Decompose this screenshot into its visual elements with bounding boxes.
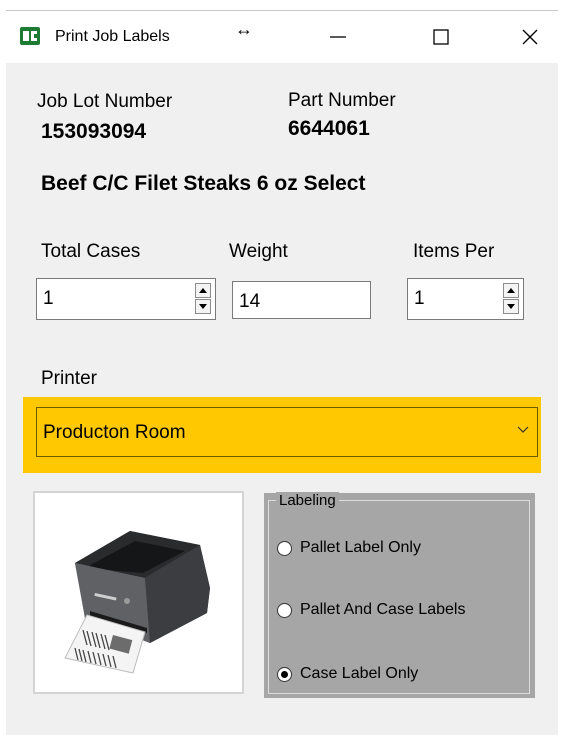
radio-circle[interactable]	[277, 540, 292, 556]
radio-label: Case Label Only	[300, 665, 419, 682]
items-per-up-button[interactable]	[503, 283, 519, 298]
arrow-down-icon	[507, 304, 515, 309]
printer-image	[33, 491, 244, 694]
label-printer-icon	[64, 531, 210, 674]
radio-case-label-only[interactable]: Case Label Only	[277, 665, 418, 683]
part-number-label: Part Number	[288, 90, 396, 111]
radio-label: Pallet And Case Labels	[300, 601, 466, 618]
maximize-icon	[433, 29, 449, 45]
minimize-button[interactable]	[310, 11, 366, 63]
arrow-down-icon	[199, 304, 207, 309]
items-per-down-button[interactable]	[503, 299, 519, 314]
weight-value: 14	[239, 291, 261, 312]
radio-pallet-label-only[interactable]: Pallet Label Only	[277, 539, 421, 557]
arrow-up-icon	[507, 288, 515, 293]
arrow-up-icon	[199, 288, 207, 293]
printer-selected-value: Producton Room	[43, 422, 186, 443]
weight-label: Weight	[229, 241, 288, 262]
labeling-group: Labeling Pallet Label Only Pallet And Ca…	[264, 492, 535, 698]
window-title: Print Job Labels	[55, 28, 170, 45]
printer-label: Printer	[41, 368, 97, 389]
total-cases-label: Total Cases	[41, 241, 141, 262]
close-button[interactable]	[502, 11, 558, 63]
total-cases-stepper[interactable]: 1	[36, 278, 216, 320]
total-cases-down-button[interactable]	[195, 299, 211, 314]
radio-pallet-and-case-labels[interactable]: Pallet And Case Labels	[277, 601, 465, 619]
resize-arrows-icon: ↔	[235, 19, 253, 39]
total-cases-up-button[interactable]	[195, 283, 211, 298]
radio-circle[interactable]	[277, 602, 292, 618]
radio-circle-selected[interactable]	[277, 666, 292, 682]
print-job-labels-window: Print Job Labels ↔ Job Lot Number 153093…	[6, 10, 558, 735]
app-icon	[20, 27, 40, 45]
job-lot-number-label: Job Lot Number	[37, 91, 173, 112]
radio-label: Pallet Label Only	[300, 539, 421, 556]
total-cases-value: 1	[43, 288, 54, 309]
weight-input[interactable]: 14	[232, 281, 371, 319]
items-per-stepper[interactable]: 1	[407, 278, 524, 320]
radio-selected-dot	[281, 670, 288, 678]
items-per-label: Items Per	[413, 241, 495, 262]
items-per-value: 1	[414, 288, 425, 309]
part-number-value: 6644061	[288, 117, 370, 140]
labeling-legend: Labeling	[276, 492, 339, 509]
printer-select[interactable]: Producton Room	[36, 407, 538, 457]
close-icon	[522, 29, 538, 45]
product-description: Beef C/C Filet Steaks 6 oz Select	[41, 172, 366, 195]
maximize-button[interactable]	[413, 11, 469, 63]
chevron-down-icon	[517, 426, 529, 433]
minimize-icon	[330, 36, 346, 38]
job-lot-number-value: 153093094	[41, 120, 147, 143]
title-bar[interactable]: Print Job Labels ↔	[6, 11, 558, 63]
